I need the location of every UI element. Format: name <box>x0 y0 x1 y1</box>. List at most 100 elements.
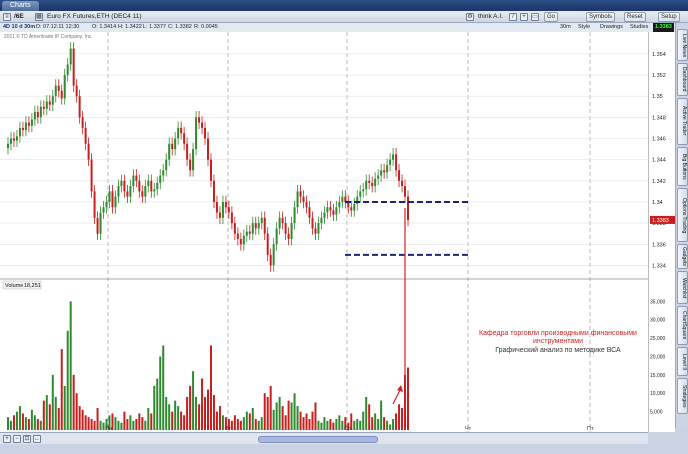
aggregation-label[interactable]: 4D 10 d 30m <box>3 23 35 32</box>
candle-body <box>207 138 209 160</box>
symbol-description: Euro FX Futures,ETH (DEC4 11) <box>47 13 142 20</box>
sidebar-tab-active-trader[interactable]: Active Trader <box>677 97 688 145</box>
candle-body <box>245 231 248 236</box>
time-scrollbar[interactable] <box>258 436 378 443</box>
candle-body <box>374 178 377 187</box>
sidebar-tab-gadgets[interactable]: Gadgets <box>677 244 688 270</box>
candle-body <box>236 233 239 239</box>
candle-body <box>93 191 96 218</box>
candle-body <box>296 191 299 208</box>
volume-bar-82 <box>251 407 254 430</box>
volume-bar-90 <box>275 402 278 430</box>
volume-bar-79 <box>242 417 245 430</box>
volume-bar-62 <box>192 371 195 430</box>
volume-bar-66 <box>204 396 207 430</box>
sidebar-tab-strategies[interactable]: Strategies <box>677 378 688 415</box>
volume-bar-87 <box>266 396 269 430</box>
studies-menu[interactable]: Studies <box>630 23 648 32</box>
reset-button[interactable]: Reset <box>624 12 646 22</box>
candle-body <box>27 122 30 126</box>
zoom-in-icon[interactable]: + <box>3 435 11 443</box>
drawing-set-icon[interactable]: / <box>509 13 517 21</box>
candle-body <box>168 143 171 160</box>
candle-body <box>108 191 111 202</box>
bar-range: R: 0.0045 <box>194 24 218 30</box>
volume-bar-81 <box>248 413 251 430</box>
candle-body <box>147 180 150 187</box>
price-axis[interactable]: 1.354 1.352 1.35 1.348 1.346 1.344 1.342 1.34 1.… <box>648 32 675 432</box>
candle-body <box>159 175 162 183</box>
setup-button[interactable]: Setup <box>658 12 680 22</box>
sidebar-tab-options-trading[interactable]: Options Trading <box>677 188 688 243</box>
volume-bar-0 <box>7 417 9 430</box>
volume-bar-86 <box>263 393 266 430</box>
volume-bar-39 <box>123 411 126 430</box>
menu-icon[interactable]: ≡ <box>3 13 11 21</box>
style-menu[interactable]: Style <box>578 23 590 32</box>
candle-body <box>156 182 159 190</box>
sidebar-tab-level-ii[interactable]: Level II <box>677 347 688 377</box>
price-tick-5: 1.344 <box>652 158 666 164</box>
tab-charts[interactable]: Charts <box>2 1 39 11</box>
volume-bar-26 <box>84 415 87 430</box>
zoom-fit-icon[interactable]: ⊡ <box>23 435 31 443</box>
candle-body <box>338 201 341 208</box>
think-ai-label[interactable]: think A.I. <box>478 12 503 22</box>
volume-bar-91 <box>278 396 281 430</box>
drag-mode-icon[interactable]: ↔ <box>33 435 41 443</box>
volume-bar-61 <box>189 385 192 430</box>
candle-body <box>308 207 311 218</box>
candle-body <box>114 196 117 208</box>
candle-body <box>269 254 272 266</box>
volume-bar-64 <box>198 404 201 430</box>
volume-bar-97 <box>296 406 299 430</box>
volume-bar-131 <box>398 404 401 430</box>
candle-body <box>218 212 221 218</box>
candle-body <box>72 48 75 86</box>
symbols-button[interactable]: Symbols <box>586 12 616 22</box>
crosshair-icon[interactable]: + <box>520 13 528 21</box>
volume-bar-130 <box>395 413 398 430</box>
candle-body <box>251 223 254 234</box>
candle-body <box>132 175 135 187</box>
sidebar-tab-big-buttons[interactable]: Big Buttons <box>677 146 688 187</box>
candle-body <box>162 170 165 176</box>
symbol-field[interactable]: /6E <box>14 12 24 22</box>
period-selector[interactable]: 30m <box>560 23 571 32</box>
candle-body <box>78 96 81 118</box>
chart-canvas[interactable]: 2011 © TD Ameritrade IP Company, Inc. Vo… <box>0 32 648 432</box>
volume-bar-38 <box>120 422 123 430</box>
candle-body <box>278 217 281 229</box>
volume-bar-51 <box>159 356 162 430</box>
volume-bar-98 <box>299 411 302 430</box>
volume-bar-68 <box>209 345 212 430</box>
sidebar-tab-watchlist[interactable]: Watchlist <box>677 271 688 304</box>
candle-body <box>383 170 386 173</box>
volume-bar-37 <box>117 420 120 430</box>
candle-body <box>66 64 69 76</box>
volume-bar-69 <box>212 395 215 430</box>
info-bar: 4D 10 d 30m D: 07.12.11 12:30 O: 1.3414 … <box>0 23 688 32</box>
sidebar-tab-chartsquare[interactable]: ChartSquare <box>677 305 688 346</box>
candle-body <box>260 217 263 224</box>
go-button[interactable]: Go <box>544 12 559 22</box>
candle-body <box>317 223 320 234</box>
volume-bar-28 <box>90 418 93 430</box>
candle-body <box>221 201 224 218</box>
sidebar-tab-live-news[interactable]: Live News <box>677 29 688 62</box>
chart-area[interactable]: 2011 © TD Ameritrade IP Company, Inc. Vo… <box>0 32 648 432</box>
candle-body <box>144 186 147 197</box>
candle-body <box>380 170 383 176</box>
volume-bar-29 <box>93 420 96 430</box>
volume-bar-77 <box>236 418 239 430</box>
drawings-menu[interactable]: Drawings <box>600 23 623 32</box>
candle-body <box>135 175 138 181</box>
zoom-out-icon[interactable]: − <box>13 435 21 443</box>
layout-icon[interactable]: ▭ <box>531 13 539 21</box>
gear-icon[interactable]: ⚙ <box>466 13 474 21</box>
grid-icon[interactable]: ▦ <box>35 13 43 21</box>
volume-bar-6 <box>24 417 27 430</box>
bar-low: L: 1.3377 <box>143 24 166 30</box>
sidebar-tab-dashboard[interactable]: Dashboard <box>677 63 688 96</box>
volume-bar-108 <box>329 418 332 430</box>
